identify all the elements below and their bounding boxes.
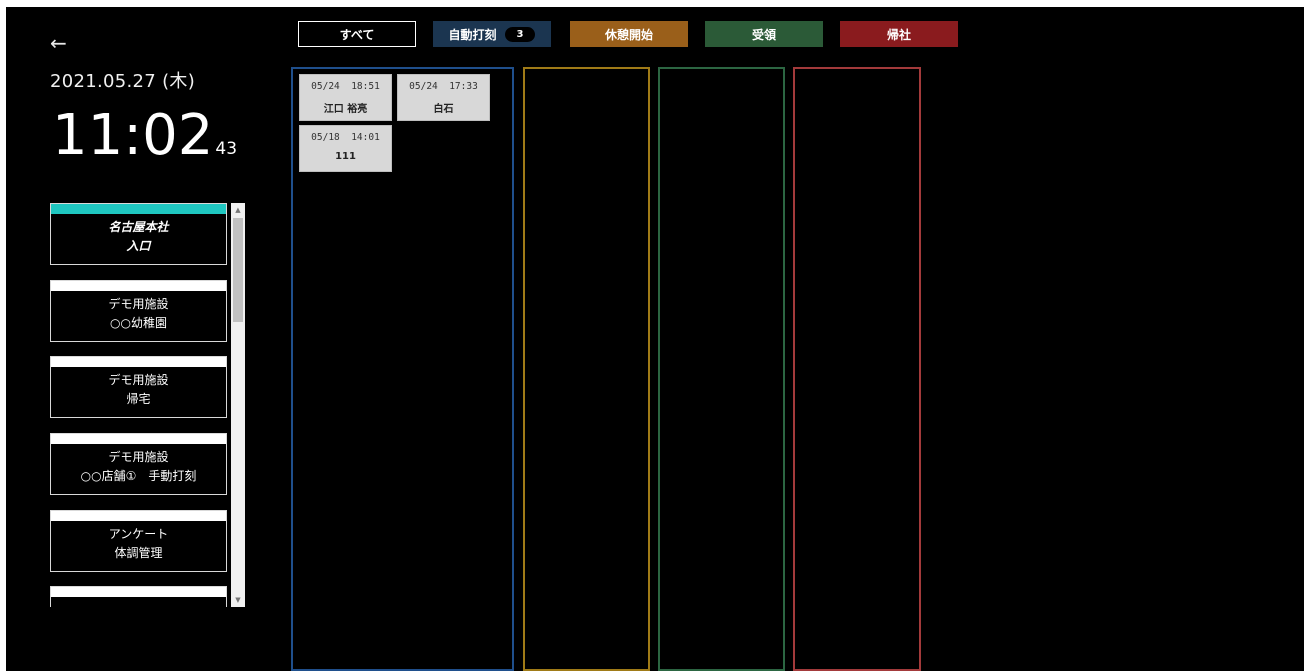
filter-return-button[interactable]: 帰社 — [840, 21, 958, 47]
stamp-datetime: 05/24 17:33 — [409, 81, 478, 92]
facility-name-line2: 入口 — [126, 239, 151, 253]
facility-item-partial[interactable] — [50, 586, 227, 607]
scroll-up-icon[interactable]: ▲ — [231, 203, 245, 217]
filter-break-label: 休憩開始 — [604, 27, 653, 42]
scrollbar-thumb[interactable] — [233, 218, 243, 322]
facility-list: 名古屋本社 入口 デモ用施設 ○○幼稚園 デモ用施設 帰宅 デモ用施設 ○○店舗… — [50, 203, 227, 607]
stamp-datetime: 05/24 18:51 — [311, 81, 380, 92]
facility-accent-bar — [51, 511, 226, 521]
facility-list-scrollbar[interactable]: ▲ ▼ — [231, 203, 245, 607]
time-seconds: 43 — [215, 139, 238, 159]
facility-accent-bar — [51, 281, 226, 291]
facility-item-kindergarten[interactable]: デモ用施設 ○○幼稚園 — [50, 280, 227, 342]
facility-name: アンケート 体調管理 — [51, 525, 226, 563]
stamp-person: 111 — [335, 151, 356, 162]
facility-name-line2: 体調管理 — [114, 546, 163, 560]
stamp-card[interactable]: 05/18 14:01 111 — [299, 125, 392, 172]
facility-accent-bar — [51, 204, 226, 214]
stamp-card[interactable]: 05/24 18:51 江口 裕亮 — [299, 74, 392, 121]
scroll-down-icon[interactable]: ▼ — [231, 593, 245, 607]
facility-name-line1: デモ用施設 — [108, 450, 169, 464]
facility-name-line2: 帰宅 — [126, 392, 151, 406]
filter-receive-button[interactable]: 受領 — [705, 21, 823, 47]
facility-name-line2: ○○店舗① 手動打刻 — [80, 469, 197, 483]
facility-name: 名古屋本社 入口 — [51, 218, 226, 256]
current-time: 11:02 43 — [52, 103, 237, 168]
facility-name-line1: デモ用施設 — [108, 373, 169, 387]
stamp-person: 江口 裕亮 — [323, 104, 368, 115]
facility-name: デモ用施設 ○○店舗① 手動打刻 — [51, 448, 226, 486]
stamp-person: 白石 — [433, 104, 454, 115]
current-date: 2021.05.27 (木) — [50, 71, 196, 92]
stamp-card[interactable]: 05/24 17:33 白石 — [397, 74, 490, 121]
auto-stamp-column: 05/24 18:51 江口 裕亮 05/24 17:33 白石 05/18 1… — [291, 67, 514, 671]
receive-column — [658, 67, 785, 671]
filter-break-start-button[interactable]: 休憩開始 — [570, 21, 688, 47]
filter-all-label: すべて — [339, 27, 375, 42]
facility-name: デモ用施設 ○○幼稚園 — [51, 295, 226, 333]
filter-auto-label: 自動打刻 — [448, 27, 497, 42]
facility-name-line1: アンケート — [108, 527, 169, 541]
facility-name: デモ用施設 帰宅 — [51, 371, 226, 409]
filter-all-button[interactable]: すべて — [298, 21, 416, 47]
stamp-datetime: 05/18 14:01 — [311, 132, 380, 143]
filter-auto-stamp-button[interactable]: 自動打刻 3 — [433, 21, 551, 47]
app-screen: ← 2021.05.27 (木) 11:02 43 名古屋本社 入口 デモ用施設 … — [6, 7, 1304, 671]
time-hours-minutes: 11:02 — [52, 103, 214, 168]
filter-return-label: 帰社 — [886, 27, 911, 42]
back-arrow-icon[interactable]: ← — [50, 33, 67, 53]
break-start-column — [523, 67, 650, 671]
auto-count-badge: 3 — [504, 26, 536, 42]
facility-name-line1: デモ用施設 — [108, 297, 169, 311]
facility-item-nagoya-entrance[interactable]: 名古屋本社 入口 — [50, 203, 227, 265]
facility-accent-bar — [51, 587, 226, 597]
facility-item-survey[interactable]: アンケート 体調管理 — [50, 510, 227, 572]
facility-accent-bar — [51, 434, 226, 444]
facility-name-line1: 名古屋本社 — [108, 220, 169, 234]
facility-item-return-home[interactable]: デモ用施設 帰宅 — [50, 356, 227, 418]
facility-accent-bar — [51, 357, 226, 367]
facility-name-line2: ○○幼稚園 — [110, 316, 167, 330]
return-column — [793, 67, 921, 671]
facility-item-store-manual[interactable]: デモ用施設 ○○店舗① 手動打刻 — [50, 433, 227, 495]
filter-receive-label: 受領 — [751, 27, 776, 42]
